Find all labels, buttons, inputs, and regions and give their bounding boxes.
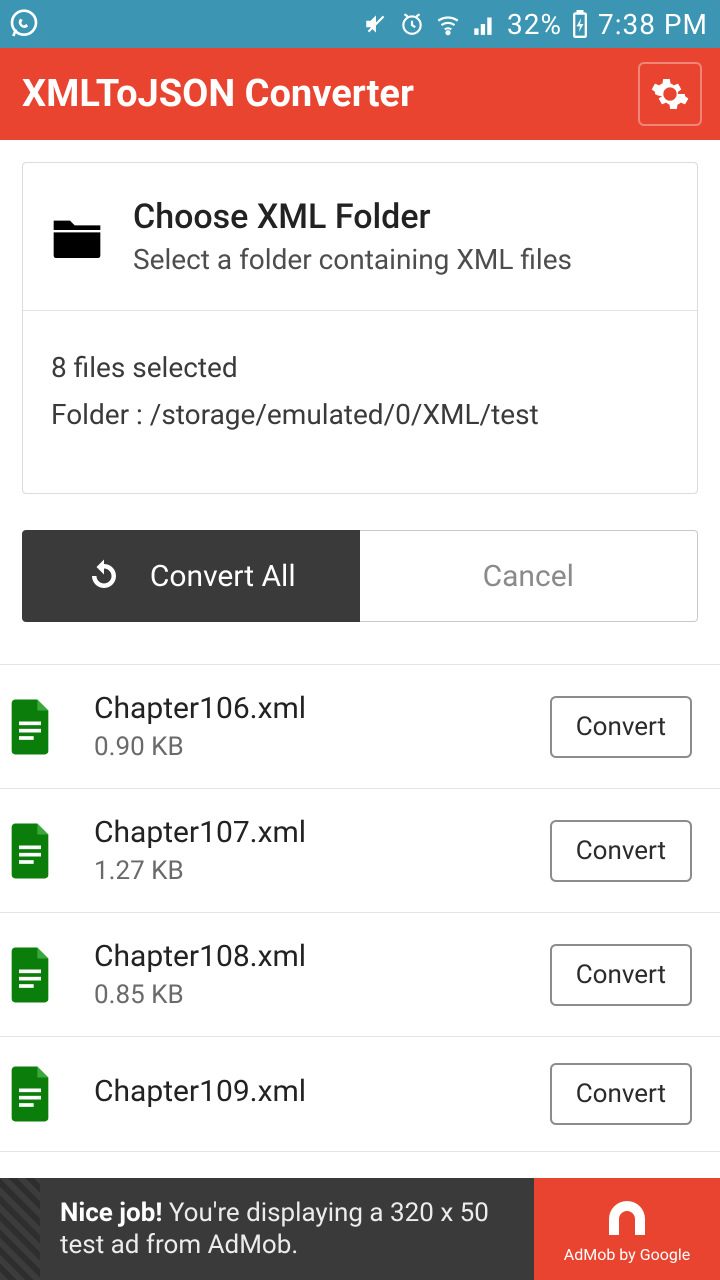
file-size: 0.85 KB [94, 980, 550, 1010]
file-size: 0.90 KB [94, 732, 550, 762]
file-icon [8, 699, 64, 755]
file-row[interactable]: Chapter106.xml 0.90 KB Convert [0, 664, 720, 788]
alarm-icon [399, 11, 425, 37]
ad-decoration [0, 1178, 40, 1280]
battery-percent: 32% [507, 8, 562, 41]
file-name: Chapter107.xml [94, 815, 550, 850]
refresh-icon [86, 558, 122, 594]
admob-icon [599, 1195, 655, 1243]
clock-time: 7:38 PM [598, 8, 708, 41]
folder-icon [49, 213, 105, 261]
app-title: XMLToJSON Converter [22, 72, 414, 116]
battery-charging-icon [572, 10, 588, 38]
choose-folder-title: Choose XML Folder [133, 197, 572, 237]
convert-button[interactable]: Convert [550, 944, 692, 1006]
action-button-row: Convert All Cancel [22, 530, 698, 622]
file-icon [8, 1066, 64, 1122]
choose-folder-row[interactable]: Choose XML Folder Select a folder contai… [23, 163, 697, 311]
wifi-icon [435, 11, 461, 37]
convert-all-button[interactable]: Convert All [22, 530, 360, 622]
ad-text: Nice job! You're displaying a 320 x 50 t… [40, 1178, 534, 1280]
folder-card: Choose XML Folder Select a folder contai… [22, 162, 698, 494]
signal-icon [471, 11, 497, 37]
file-list: Chapter106.xml 0.90 KB Convert Chapter10… [0, 664, 720, 1152]
cancel-label: Cancel [483, 559, 574, 594]
file-row[interactable]: Chapter108.xml 0.85 KB Convert [0, 912, 720, 1036]
gear-icon [650, 74, 690, 114]
convert-button[interactable]: Convert [550, 820, 692, 882]
ad-banner[interactable]: Nice job! You're displaying a 320 x 50 t… [0, 1178, 720, 1280]
mute-icon [363, 11, 389, 37]
folder-path: Folder : /storage/emulated/0/XML/test [51, 398, 669, 431]
ad-brand: AdMob by Google [534, 1178, 720, 1280]
app-bar: XMLToJSON Converter [0, 48, 720, 140]
file-row[interactable]: Chapter109.xml Convert [0, 1036, 720, 1152]
convert-all-label: Convert All [150, 559, 296, 594]
choose-folder-subtitle: Select a folder containing XML files [133, 243, 572, 276]
file-row[interactable]: Chapter107.xml 1.27 KB Convert [0, 788, 720, 912]
convert-button[interactable]: Convert [550, 696, 692, 758]
files-selected-count: 8 files selected [51, 351, 669, 384]
settings-button[interactable] [638, 62, 702, 126]
whatsapp-icon [8, 8, 40, 40]
status-bar: 32% 7:38 PM [0, 0, 720, 48]
file-size: 1.27 KB [94, 856, 550, 886]
file-icon [8, 947, 64, 1003]
file-name: Chapter106.xml [94, 691, 550, 726]
file-name: Chapter109.xml [94, 1074, 550, 1109]
cancel-button[interactable]: Cancel [360, 530, 699, 622]
file-name: Chapter108.xml [94, 939, 550, 974]
convert-button[interactable]: Convert [550, 1063, 692, 1125]
file-icon [8, 823, 64, 879]
